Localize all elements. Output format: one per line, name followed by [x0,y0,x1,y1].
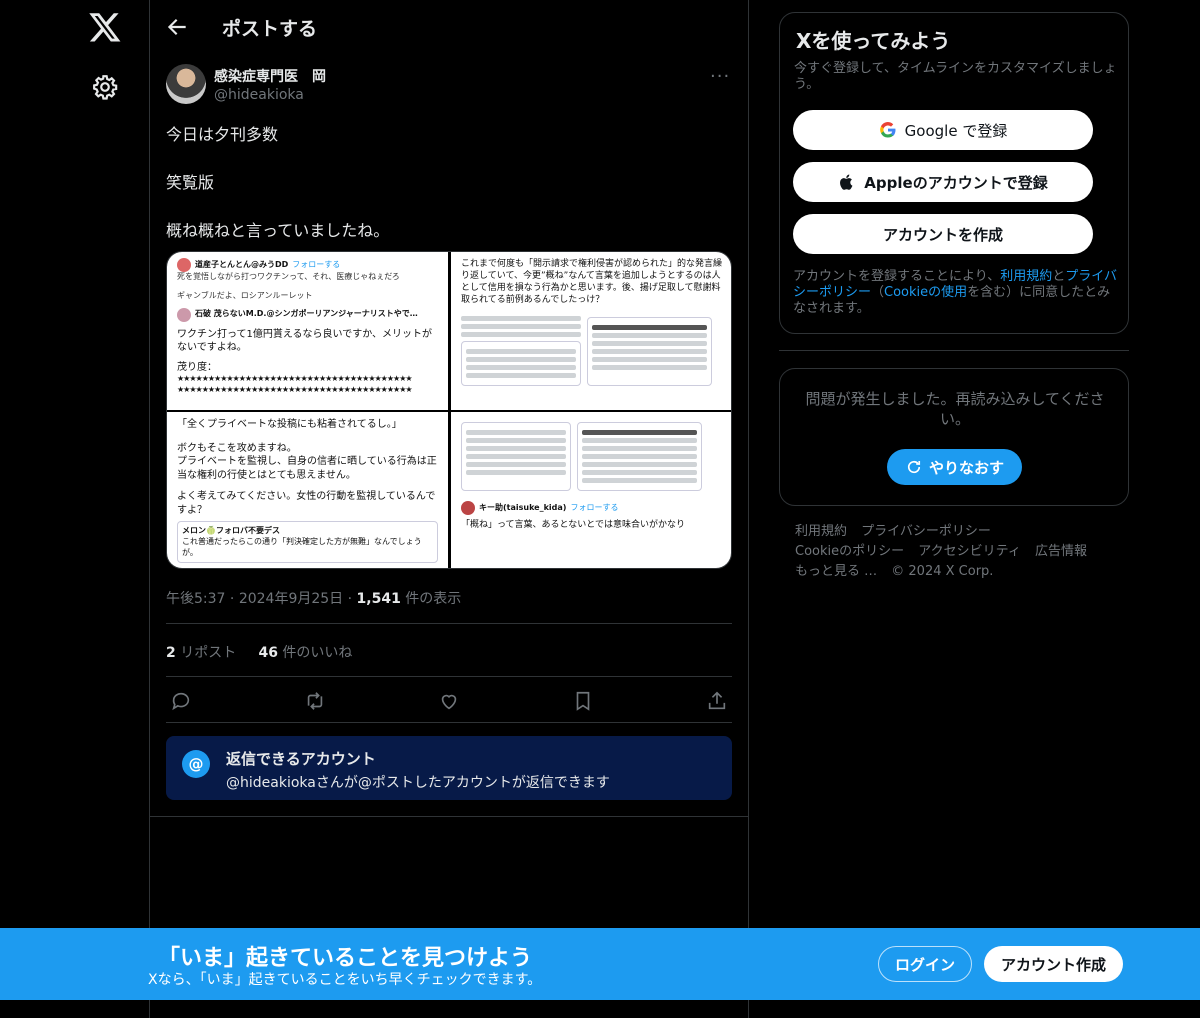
like-label[interactable]: 件のいいね [282,645,352,661]
google-signup-button[interactable]: Google で登録 [793,110,1093,150]
post-text-line: 笑覧版 [166,173,215,192]
at-icon: @ [182,750,210,778]
media-follow: フォローする [570,502,619,512]
media-text: 「全くプライベートな投稿にも粘着されてるし。」 [177,419,402,430]
media-image-3[interactable]: 「全くプライベートな投稿にも粘着されてるし。」 ボクもそこを攻めますね。 プライ… [167,412,448,568]
media-user: キー助(taisuke_kida) [479,502,567,512]
media-text: 死を覚悟しながら打つワクチンって、それ、医療じゃねぇだろ [177,272,400,281]
back-arrow-icon[interactable] [164,14,190,40]
post-text-line: 概ね概ねと言っていましたね。 [166,221,390,240]
like-icon[interactable] [438,690,460,712]
apple-signup-button[interactable]: Appleのアカウントで登録 [793,162,1093,202]
media-text: これまで何度も「開示請求で権利侵害が認められた」的な発言繰り返していて、今更”概… [461,259,723,306]
terms-text: アカウントを登録することにより、利用規約とプライバシーポリシー（Cookieの使… [793,269,1119,317]
reply-settings-title: 返信できるアカウント [226,750,376,768]
divider [166,623,732,624]
refresh-icon [907,460,921,474]
signup-title: Xを使ってみよう [796,29,951,53]
media-stars: ★★★★★★★★★★★★★★★★★★★★★★★★★★★★★★★★★★★★★★ [177,384,413,394]
footer-link[interactable]: もっと見る … [795,564,877,579]
banner-subtitle: Xなら、「いま」起きていることをいち早くチェックできます。 [148,972,542,988]
share-icon[interactable] [706,690,728,712]
create-account-button[interactable]: アカウントを作成 [793,214,1093,254]
media-image-1[interactable]: 道産子とんとん@みうDD フォローする 死を覚悟しながら打つワクチンって、それ、… [167,252,448,410]
media-user: メロン🍈フォロバ不要デス [182,526,280,535]
retry-label: やりなおす [928,458,1004,477]
terms-pre: アカウントを登録することにより、 [793,269,1001,284]
repost-icon[interactable] [304,690,326,712]
footer-link[interactable]: 広告情報 [1035,544,1087,559]
media-image-2[interactable]: これまで何度も「開示請求で権利侵害が認められた」的な発言繰り返していて、今更”概… [451,252,731,410]
divider [150,816,749,817]
footer-link[interactable]: Cookieのポリシー [795,544,904,559]
reply-settings-desc: @hideakiokaさんが@ポストしたアカウントが返信できます [226,775,610,791]
action-bar [166,690,732,714]
media-text: ボクもそこを攻めますね。 [177,442,297,454]
apple-signup-label: Appleのアカウントで登録 [864,173,1048,192]
terms-link[interactable]: 利用規約 [1000,269,1052,284]
footer-links: 利用規約 プライバシーポリシー Cookieのポリシー アクセシビリティ 広告情… [795,522,1115,582]
google-signup-label: Google で登録 [904,121,1008,140]
page-title: ポストする [222,18,318,40]
post-timestamp: 午後5:37 · 2024年9月25日 · 1,541 件の表示 [166,591,462,607]
gear-icon[interactable] [92,74,118,100]
media-follow: フォローする [292,259,341,269]
post-text-line: 今日は夕刊多数 [166,125,279,144]
repost-label[interactable]: リポスト [180,645,236,661]
terms-and: と [1052,269,1066,284]
media-image-4[interactable]: キー助(taisuke_kida) フォローする 「概ね」って言葉、あるとないと… [451,412,731,568]
media-stars: ★★★★★★★★★★★★★★★★★★★★★★★★★★★★★★★★★★★★★★ [177,374,413,384]
author-name[interactable]: 感染症専門医 岡 [214,66,326,86]
terms-mid: （ [871,285,885,300]
media-text: ギャンブルだよ、ロシアンルーレット [177,290,313,300]
media-text: これ普通だったらこの通り「判決確定した方が無難」なんでしょうが。 [182,536,422,557]
retry-button[interactable]: やりなおす [887,449,1022,485]
footer-link[interactable]: プライバシーポリシー [861,524,991,539]
media-grid: 道産子とんとん@みうDD フォローする 死を覚悟しながら打つワクチンって、それ、… [166,251,732,569]
login-banner: 「いま」起きていることを見つけよう Xなら、「いま」起きていることをいち早くチェ… [0,928,1200,1000]
author-handle[interactable]: @hideakioka [214,87,304,103]
media-text: よく考えてみてください。女性の行動を監視しているんですよ？ [177,491,436,516]
divider [166,676,732,677]
cookie-link[interactable]: Cookieの使用 [884,285,967,300]
signup-button[interactable]: アカウント作成 [984,946,1123,982]
media-text: 「概ね」って言葉、あるとないとでは意味合いがかなり [461,520,686,530]
banner-title: 「いま」起きていることを見つけよう [158,946,533,971]
reply-icon[interactable] [170,690,192,712]
x-logo-icon[interactable] [88,10,122,44]
error-message: 問題が発生しました。再読み込みしてください。 [805,390,1105,428]
media-text: ワクチン打って1億円貰えるなら良いですか、メリットがないですよね。 [177,328,433,354]
main-column: ポストする 感染症専門医 岡 @hideakioka ··· 今日は夕刊多数 笑… [150,0,749,1018]
reply-settings-box: @ 返信できるアカウント @hideakiokaさんが@ポストしたアカウントが返… [166,736,732,800]
divider [166,722,732,723]
view-count: 1,541 [356,591,401,607]
google-icon [879,122,896,138]
media-user: 石破 茂らないM.D.@シンガポーリアンジャーナリストやで… [195,309,418,319]
more-icon[interactable]: ··· [710,66,734,87]
media-user: 道産子とんとん@みうDD [195,259,289,269]
avatar[interactable] [166,64,206,104]
login-button[interactable]: ログイン [878,946,972,982]
footer-link[interactable]: 利用規約 [795,524,847,539]
like-count[interactable]: 46 [258,645,277,661]
divider [779,350,1129,351]
signup-panel: Xを使ってみよう 今すぐ登録して、タイムラインをカスタマイズしましょう。 Goo… [779,12,1129,334]
top-bar: ポストする [150,0,749,54]
apple-icon [840,174,853,190]
post-time[interactable]: 午後5:37 [166,591,225,607]
create-account-label: アカウントを作成 [882,225,1003,244]
footer-link[interactable]: アクセシビリティ [918,544,1021,559]
post-stats: 2 リポスト 46 件のいいね [166,642,352,662]
error-panel: 問題が発生しました。再読み込みしてください。 やりなおす [779,368,1129,506]
media-text: プライベートを監視し、自身の信者に晒している行為は正当な権利の行使とはとても思え… [177,456,437,481]
signup-subtitle: 今すぐ登録して、タイムラインをカスタマイズしましょう。 [794,61,1117,92]
media-text: 茂り度： [177,361,217,373]
repost-count[interactable]: 2 [166,645,176,661]
left-nav [0,0,150,1018]
copyright: © 2024 X Corp. [891,564,994,579]
view-label: 件の表示 [405,591,462,607]
bookmark-icon[interactable] [572,690,594,712]
post-date[interactable]: 2024年9月25日 [239,591,343,607]
